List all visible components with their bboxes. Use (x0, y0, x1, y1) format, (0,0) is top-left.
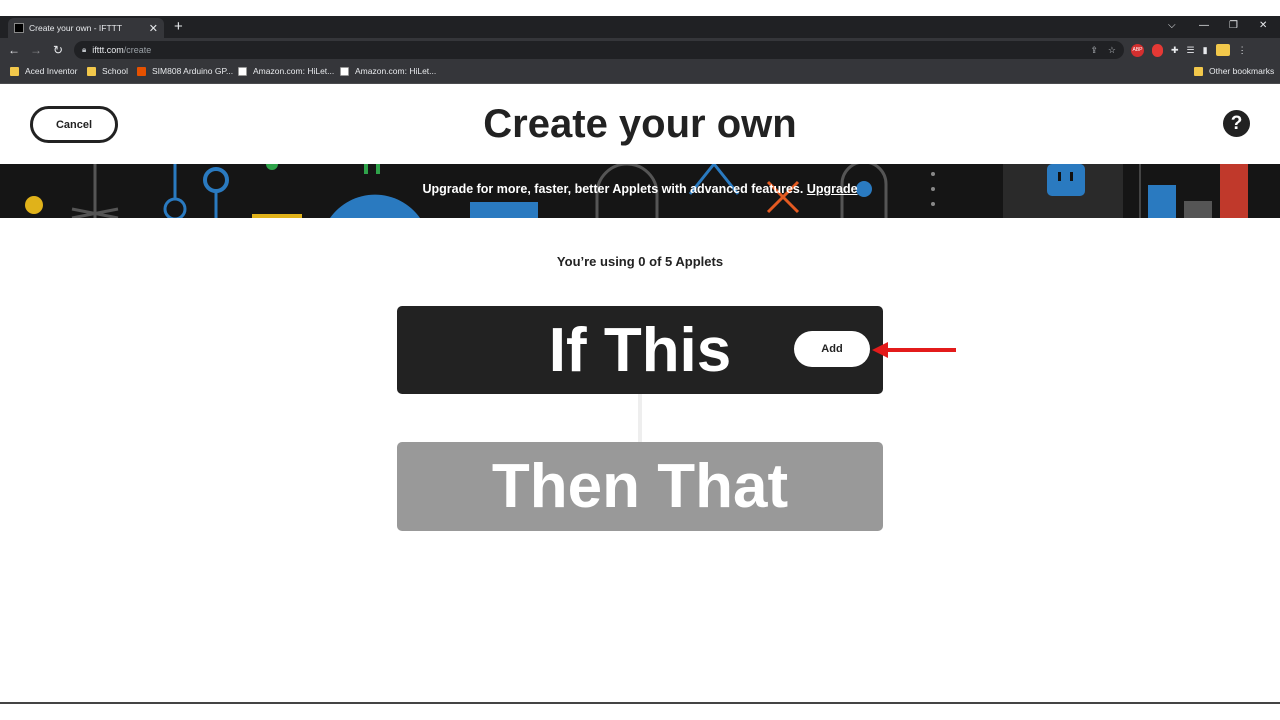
reading-list-icon[interactable]: ☰ (1187, 45, 1195, 56)
side-panel-icon[interactable]: ▮ (1203, 45, 1208, 56)
ifttt-page: Cancel Create your own ? Upgrade for mor… (0, 84, 1280, 704)
annotation-arrow-icon (872, 342, 956, 358)
red-extension-icon[interactable] (1152, 43, 1163, 57)
bookmark-label: School (102, 66, 128, 76)
add-trigger-button[interactable]: Add (794, 331, 870, 367)
applet-usage-text: You’re using 0 of 5 Applets (556, 254, 724, 269)
minimize-button[interactable]: — (1199, 18, 1209, 34)
bookmark-label: Other bookmarks (1209, 66, 1275, 76)
then-that-block: Then That (397, 442, 883, 531)
bookmarks-bar: Aced Inventor School SIM808 Arduino GP..… (0, 62, 1280, 84)
folder-icon (1194, 66, 1203, 76)
bookmark-amazon-1[interactable]: Amazon.com: HiLet... (238, 66, 334, 76)
lock-icon: 🔒︎ (82, 45, 87, 54)
bookmark-amazon-2[interactable]: Amazon.com: HiLet... (340, 66, 436, 76)
close-window-button[interactable]: ✕ (1259, 18, 1267, 34)
bookmark-label: Amazon.com: HiLet... (355, 66, 437, 76)
page-title: Create your own (483, 102, 797, 146)
upgrade-link[interactable]: Upgrade (807, 182, 858, 196)
profile-avatar-icon[interactable] (1215, 44, 1230, 56)
tab-search-icon[interactable]: ⌵ (1168, 18, 1176, 34)
banner-text: Upgrade for more, faster, better Applets… (422, 182, 804, 196)
share-icon[interactable]: ⇪ (1090, 45, 1098, 56)
folder-icon (10, 66, 19, 76)
bookmark-label: Amazon.com: HiLet... (253, 66, 335, 76)
extensions-area: ABP ✚ ☰ ▮ ⋮ (1131, 42, 1247, 58)
top-margin (0, 0, 1280, 16)
reload-button[interactable]: ↻ (47, 43, 69, 57)
browser-toolbar: ← → ↻ 🔒︎ ifttt.com/create ⇪ ☆ (0, 38, 1280, 62)
extensions-puzzle-icon[interactable]: ✚ (1171, 45, 1179, 56)
bookmark-aced-inventor[interactable]: Aced Inventor (10, 66, 77, 76)
forward-button[interactable]: → (25, 43, 47, 57)
banner-message: Upgrade for more, faster, better Applets… (0, 182, 1280, 196)
browser-chrome: Create your own - IFTTT ✕ + ⌵ — ❐ ✕ ← → … (0, 16, 1280, 84)
then-that-label: Then That (491, 452, 789, 521)
connector-line (638, 394, 642, 442)
tab-strip: Create your own - IFTTT ✕ + ⌵ — ❐ ✕ (0, 16, 1280, 38)
menu-kebab-icon[interactable]: ⋮ (1238, 45, 1247, 56)
url-host: ifttt.com (92, 45, 124, 55)
tab-title: Create your own - IFTTT (29, 23, 123, 33)
tab-close-icon[interactable]: ✕ (149, 22, 158, 35)
amazon-icon (340, 66, 349, 76)
sim808-icon (137, 66, 146, 76)
bookmark-star-icon[interactable]: ☆ (1108, 45, 1116, 56)
if-this-block[interactable]: If This Add (397, 306, 883, 394)
folder-icon (87, 66, 96, 76)
bookmark-label: SIM808 Arduino GP... (152, 66, 234, 76)
help-icon[interactable]: ? (1223, 110, 1250, 137)
back-button[interactable]: ← (3, 43, 25, 57)
bookmark-school[interactable]: School (87, 66, 128, 76)
bookmark-sim808[interactable]: SIM808 Arduino GP... (137, 66, 233, 76)
bookmark-label: Aced Inventor (25, 66, 78, 76)
url-path: /create (123, 45, 152, 55)
other-bookmarks[interactable]: Other bookmarks (1194, 66, 1274, 76)
new-tab-button[interactable]: + (174, 18, 183, 36)
amazon-icon (238, 66, 247, 76)
upgrade-banner: Upgrade for more, faster, better Applets… (0, 164, 1280, 218)
omnibox-actions: ⇪ ☆ (1090, 41, 1116, 59)
address-bar[interactable]: 🔒︎ ifttt.com/create ⇪ ☆ (74, 41, 1124, 59)
restore-button[interactable]: ❐ (1229, 18, 1238, 34)
ifttt-favicon-icon (14, 23, 24, 33)
tab-create-your-own[interactable]: Create your own - IFTTT ✕ (8, 18, 164, 38)
adblock-plus-icon[interactable]: ABP (1131, 43, 1144, 57)
bottom-border (0, 702, 1280, 704)
